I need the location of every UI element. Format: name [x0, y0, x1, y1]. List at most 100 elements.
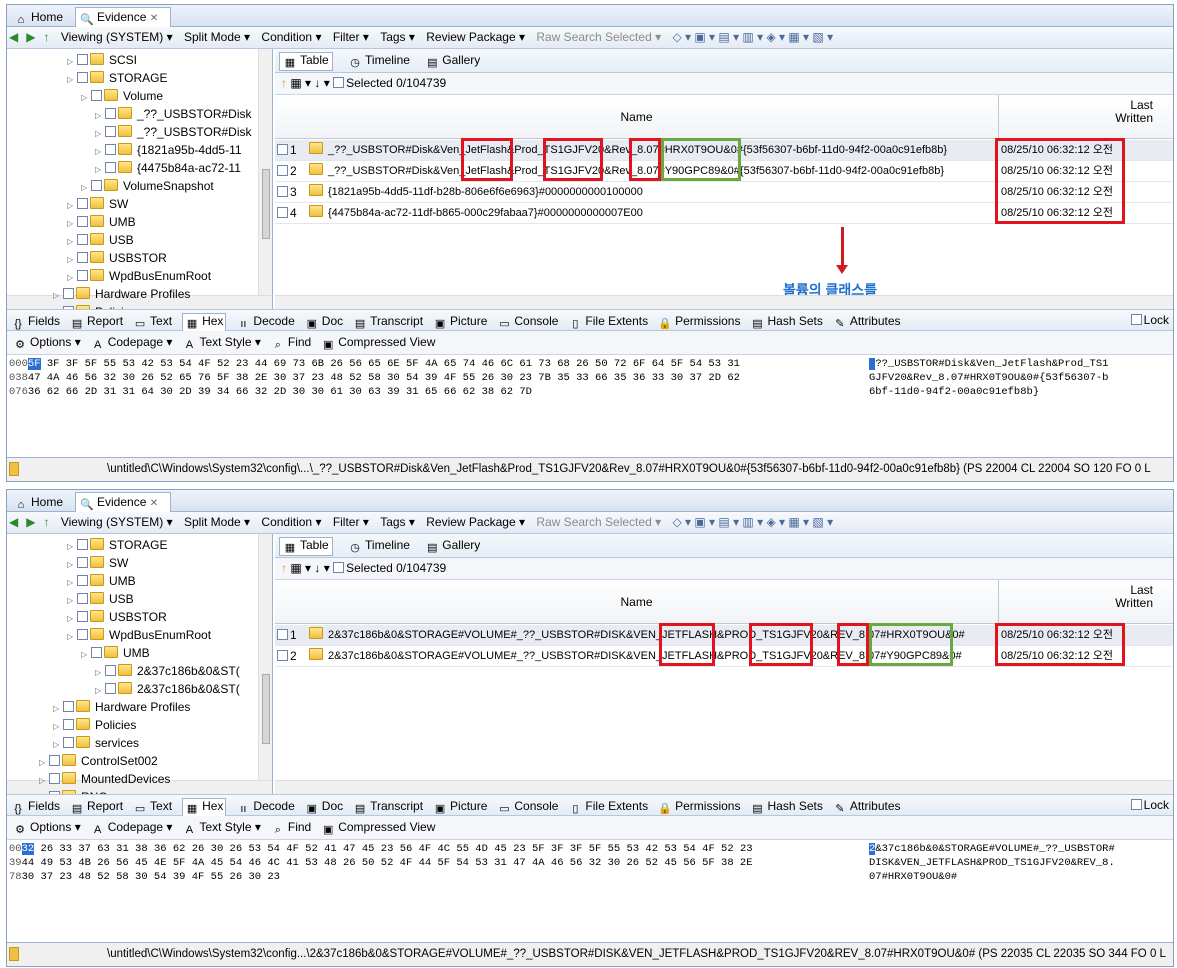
tree-checkbox[interactable] [63, 719, 74, 730]
tree-item[interactable]: ▷ 2&37c186b&0&ST( [95, 680, 240, 698]
tree-checkbox[interactable] [49, 773, 60, 784]
tree-item[interactable]: ▷ Hardware Profiles [53, 285, 190, 303]
columns-icon[interactable]: ▦ ▾ [290, 76, 311, 90]
view-transcript[interactable]: ▤ Transcript [353, 799, 423, 816]
tree-item[interactable]: ▷ MountedDevices [39, 770, 170, 788]
sort-icon[interactable]: ↓ ▾ [314, 561, 329, 575]
tree-item[interactable]: ▷ UMB [81, 644, 150, 662]
hex-option-4[interactable]: ▣ Compressed View [321, 820, 435, 837]
select-all-checkbox[interactable] [333, 562, 345, 573]
hex-dump[interactable]: 0005F 3F 3F 5F 55 53 42 53 54 4F 52 23 4… [7, 355, 857, 453]
hex-option-1[interactable]: A Codepage ▾ [91, 820, 172, 837]
hex-text[interactable]: ??_USBSTOR#Disk&Ven_JetFlash&Prod_TS1 GJF… [867, 355, 1169, 453]
tree-item[interactable]: ▷ USB [67, 231, 134, 249]
tree-item[interactable]: ▷ {4475b84a-ac72-11 [95, 159, 241, 177]
tree-checkbox[interactable] [77, 54, 88, 65]
tree-item[interactable]: ▷ ControlSet002 [39, 752, 158, 770]
tab-timeline[interactable]: ◷ Timeline [348, 538, 410, 555]
tree-checkbox[interactable] [105, 162, 116, 173]
tree-checkbox[interactable] [49, 755, 60, 766]
tree-checkbox[interactable] [77, 234, 88, 245]
tree-checkbox[interactable] [77, 557, 88, 568]
tree-item[interactable]: ▷ UMB [67, 572, 136, 590]
tree-checkbox[interactable] [77, 270, 88, 281]
view-report[interactable]: ▤ Report [70, 799, 123, 816]
tab-table[interactable]: ▦ Table [279, 52, 333, 71]
tree-checkbox[interactable] [105, 683, 116, 694]
tree-item[interactable]: ▷ _??_USBSTOR#Disk [95, 123, 252, 141]
view-attributes[interactable]: ✎ Attributes [833, 314, 900, 331]
expand-icon[interactable]: ▷ [67, 628, 77, 646]
column-last-written[interactable]: Last Written [1001, 584, 1173, 610]
row-checkbox[interactable] [277, 629, 288, 640]
hex-cursor[interactable]: 5F [27, 358, 41, 370]
view-text[interactable]: ▭ Text [133, 314, 172, 331]
raw-search-dropdown[interactable]: Raw Search Selected ▾ [536, 515, 661, 529]
tree-checkbox[interactable] [91, 180, 102, 191]
hex-option-3[interactable]: ⌕ Find [271, 335, 311, 352]
view-file-extents[interactable]: ▯ File Extents [568, 799, 648, 816]
tree-item[interactable]: ▷ SW [67, 554, 128, 572]
tree-item[interactable]: ▷ _??_USBSTOR#Disk [95, 105, 252, 123]
row-checkbox[interactable] [277, 186, 288, 197]
condition-dropdown[interactable]: Condition ▾ [261, 30, 321, 44]
hex-dump[interactable]: 0032 26 33 37 63 31 38 36 62 26 30 26 53… [7, 840, 857, 938]
tree-checkbox[interactable] [77, 611, 88, 622]
row-checkbox[interactable] [277, 144, 288, 155]
tree-item[interactable]: ▷ 2&37c186b&0&ST( [95, 662, 240, 680]
lock-checkbox[interactable] [1130, 314, 1142, 325]
view-file-extents[interactable]: ▯ File Extents [568, 314, 648, 331]
back-icon[interactable]: ◀ [9, 30, 18, 44]
view-fields[interactable]: {} Fields [11, 799, 60, 816]
raw-search-dropdown[interactable]: Raw Search Selected ▾ [536, 30, 661, 44]
tree-item[interactable]: ▷ SCSI [67, 51, 137, 69]
lock-toggle[interactable]: Lock [1130, 798, 1169, 812]
up-icon[interactable]: ↑ [43, 515, 49, 529]
view-console[interactable]: ▭ Console [497, 799, 558, 816]
tree-checkbox[interactable] [77, 539, 88, 550]
tree-item[interactable]: ▷ WpdBusEnumRoot [67, 267, 211, 285]
tree-checkbox[interactable] [105, 665, 116, 676]
tree-checkbox[interactable] [77, 252, 88, 263]
forward-icon[interactable]: ▶ [26, 515, 35, 529]
tree-vertical-scrollbar[interactable] [258, 534, 272, 780]
expand-icon[interactable]: ▷ [81, 89, 91, 107]
forward-icon[interactable]: ▶ [26, 30, 35, 44]
tree-item[interactable]: ▷ UMB [67, 213, 136, 231]
tree-vertical-scrollbar[interactable] [258, 49, 272, 295]
expand-icon[interactable]: ▷ [67, 71, 77, 89]
tab-table[interactable]: ▦ Table [279, 537, 333, 556]
view-attributes[interactable]: ✎ Attributes [833, 799, 900, 816]
tab-gallery[interactable]: ▤ Gallery [425, 53, 480, 70]
tree-item[interactable]: ▷ SW [67, 195, 128, 213]
tree-checkbox[interactable] [77, 575, 88, 586]
tree-checkbox[interactable] [63, 701, 74, 712]
tree-checkbox[interactable] [91, 90, 102, 101]
tab-evidence[interactable]: 🔍 Evidence ✕ [75, 7, 171, 27]
tree-item[interactable]: ▷ Volume [81, 87, 163, 105]
tree-item[interactable]: ▷ USBSTOR [67, 608, 167, 626]
up-icon[interactable]: ↑ [43, 30, 49, 44]
sort-icon[interactable]: ↓ ▾ [314, 76, 329, 90]
toolbar-icons[interactable]: ◇ ▾ ▣ ▾ ▤ ▾ ▥ ▾ ◈ ▾ ▦ ▾ ▧ ▾ [672, 515, 833, 529]
view-picture[interactable]: ▣ Picture [433, 314, 488, 331]
tree-item[interactable]: ▷ {1821a95b-4dd5-11 [95, 141, 242, 159]
filter-dropdown[interactable]: Filter ▾ [333, 515, 369, 529]
lock-toggle[interactable]: Lock [1130, 313, 1169, 327]
row-checkbox[interactable] [277, 207, 288, 218]
hex-text[interactable]: 2&37c186b&0&STORAGE#VOLUME#_??_USBSTOR# D… [867, 840, 1169, 938]
condition-dropdown[interactable]: Condition ▾ [261, 515, 321, 529]
tree-checkbox[interactable] [77, 198, 88, 209]
tree-checkbox[interactable] [77, 216, 88, 227]
tree-checkbox[interactable] [105, 144, 116, 155]
column-name[interactable]: Name [275, 580, 999, 623]
view-hex[interactable]: ▦ Hex [182, 313, 227, 332]
hex-option-0[interactable]: ⚙ Options ▾ [13, 335, 81, 352]
view-doc[interactable]: ▣ Doc [305, 799, 344, 816]
hex-option-1[interactable]: A Codepage ▾ [91, 335, 172, 352]
view-picture[interactable]: ▣ Picture [433, 799, 488, 816]
select-all-checkbox[interactable] [333, 77, 345, 88]
columns-icon[interactable]: ▦ ▾ [290, 561, 311, 575]
tags-dropdown[interactable]: Tags ▾ [380, 515, 415, 529]
tree-item[interactable]: ▷ VolumeSnapshot [81, 177, 214, 195]
